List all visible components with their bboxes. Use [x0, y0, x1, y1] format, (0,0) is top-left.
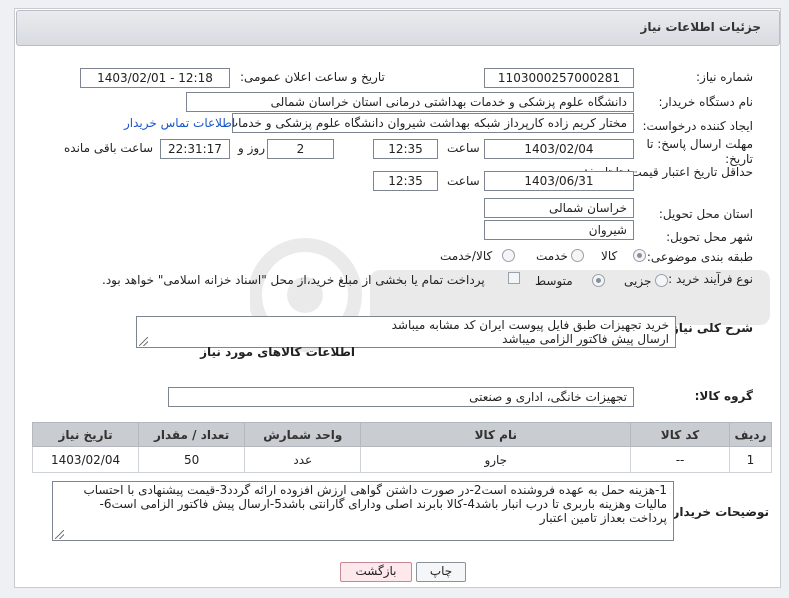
cell-name: جارو — [360, 446, 632, 473]
price-time-field[interactable]: 12:35 — [373, 171, 438, 191]
cell-code: -- — [630, 446, 730, 473]
goods-group-field[interactable]: تجهیزات خانگی، اداری و صنعتی — [168, 387, 634, 407]
buyer-notes-textbox[interactable]: 1-هزینه حمل به عهده فروشنده است2-در صورت… — [52, 481, 674, 541]
description-label: شرح کلی نیاز: — [667, 321, 753, 335]
need-number-label: شماره نیاز: — [696, 70, 753, 84]
table-row[interactable]: 1 -- جارو عدد 50 1403/02/04 — [31, 446, 773, 473]
remaining-time-field[interactable]: 22:31:17 — [160, 139, 230, 159]
col-unit: واحد شمارش — [244, 422, 362, 447]
category-radio-both[interactable] — [502, 249, 515, 262]
category-label: طبقه بندی موضوعی: — [646, 250, 753, 264]
days-field[interactable]: 2 — [267, 139, 334, 159]
announce-label: تاریخ و ساعت اعلان عمومی: — [240, 70, 385, 84]
announce-field[interactable]: 1403/02/01 - 12:18 — [80, 68, 230, 88]
col-qty: تعداد / مقدار — [138, 422, 246, 447]
category-radio-service[interactable] — [571, 249, 584, 262]
table-header-row: ردیف کد کالا نام کالا واحد شمارش تعداد /… — [31, 422, 773, 447]
reply-date-field[interactable]: 1403/02/04 — [484, 139, 634, 159]
description-line-2: ارسال پیش فاکتور الزامی میباشد — [502, 332, 669, 346]
requester-label: ایجاد کننده درخواست: — [642, 119, 753, 133]
col-code: کد کالا — [630, 422, 730, 447]
buyer-org-label: نام دستگاه خریدار: — [658, 95, 754, 109]
reply-time-field[interactable]: 12:35 — [373, 139, 438, 159]
remaining-label: ساعت باقی مانده — [64, 141, 154, 155]
back-button[interactable]: بازگشت — [340, 562, 412, 582]
goods-section-title: اطلاعات کالاهای مورد نیاز — [200, 345, 355, 359]
price-date-field[interactable]: 1403/06/31 — [484, 171, 634, 191]
buyer-notes-label: توضیحات خریدار: — [667, 505, 769, 519]
cell-date: 1403/02/04 — [31, 446, 140, 473]
col-date: تاریخ نیاز — [31, 422, 140, 447]
process-option-medium: متوسط — [535, 274, 573, 288]
print-button[interactable]: چاپ — [416, 562, 466, 582]
buyer-org-field[interactable]: دانشگاه علوم پزشکی و خدمات بهداشتی درمان… — [186, 92, 634, 112]
cell-qty: 50 — [138, 446, 246, 473]
requester-field[interactable]: مختار کریم زاده کارپرداز شبکه بهداشت شیر… — [232, 113, 634, 133]
description-textbox[interactable]: خرید تجهیزات طبق فایل پیوست ایران کد مشا… — [136, 316, 676, 348]
contact-buyer-link[interactable]: اطلاعات تماس خریدار — [124, 116, 235, 130]
city-label: شهر محل تحویل: — [666, 230, 753, 244]
province-field[interactable]: خراسان شمالی — [484, 198, 634, 218]
cell-row: 1 — [728, 446, 773, 473]
resize-handle[interactable] — [139, 337, 148, 346]
page-title: جزئیات اطلاعات نیاز — [640, 20, 761, 34]
price-time-label: ساعت — [447, 174, 480, 188]
city-field[interactable]: شیروان — [484, 220, 634, 240]
category-option-goods: کالا — [601, 249, 618, 263]
goods-group-label: گروه کالا: — [694, 389, 753, 403]
category-radio-goods[interactable] — [633, 249, 646, 262]
reply-time-label: ساعت — [447, 141, 480, 155]
col-row: ردیف — [728, 422, 773, 447]
col-name: نام کالا — [360, 422, 632, 447]
category-option-service: خدمت — [536, 249, 568, 263]
process-option-minor: جزیی — [624, 274, 652, 288]
category-option-both: کالا/خدمت — [440, 249, 493, 263]
goods-table: ردیف کد کالا نام کالا واحد شمارش تعداد /… — [31, 422, 773, 473]
resize-handle[interactable] — [55, 530, 64, 539]
treasury-note: پرداخت تمام یا بخشی از مبلغ خرید،از محل … — [102, 273, 485, 287]
buyer-notes-text: 1-هزینه حمل به عهده فروشنده است2-در صورت… — [83, 483, 667, 525]
cell-unit: عدد — [244, 446, 362, 473]
process-label: نوع فرآیند خرید : — [668, 272, 753, 286]
treasury-checkbox[interactable] — [508, 272, 520, 284]
process-radio-medium[interactable] — [592, 274, 605, 287]
page-header: جزئیات اطلاعات نیاز — [16, 10, 780, 46]
need-number-field[interactable]: 1103000257000281 — [484, 68, 634, 88]
description-line-1: خرید تجهیزات طبق فایل پیوست ایران کد مشا… — [391, 318, 669, 332]
process-radio-minor[interactable] — [655, 274, 668, 287]
province-label: استان محل تحویل: — [658, 207, 753, 221]
reply-deadline-label: مهلت ارسال پاسخ: تا تاریخ: — [646, 137, 753, 166]
days-label: روز و — [238, 141, 265, 155]
